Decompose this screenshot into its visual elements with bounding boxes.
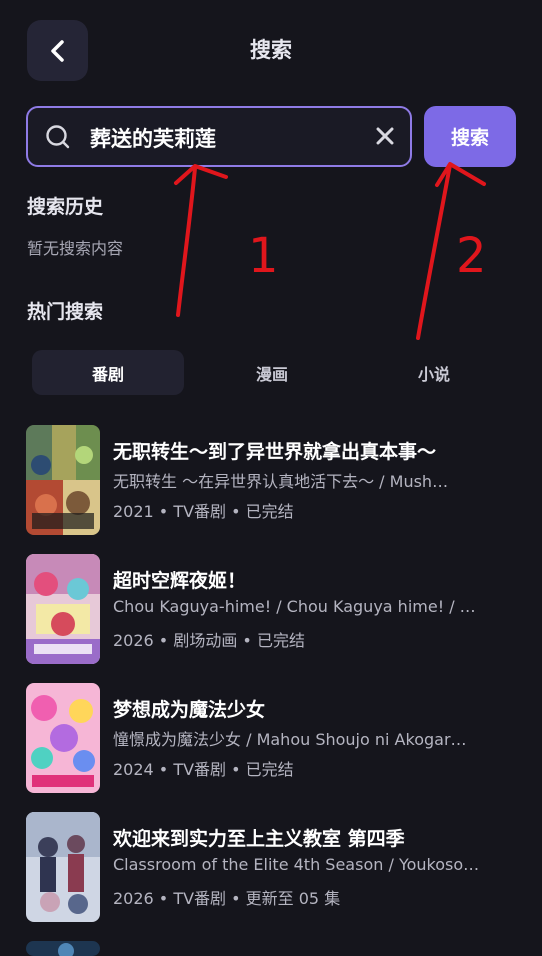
item-alt-title: Classroom of the Elite 4th Season / Youk… [113,855,480,874]
search-input[interactable]: 葬送的芙莉莲 [26,106,412,167]
search-icon [44,123,72,155]
annotation-label-2: 2 [456,228,487,284]
annotation-label-1: 1 [248,228,279,284]
tab-anime[interactable]: 番剧 [32,350,184,395]
page-title: 搜索 [250,38,292,62]
history-empty-text: 暂无搜索内容 [27,239,124,258]
annotation-arrow-2 [416,163,452,340]
tab-novel[interactable]: 小说 [358,350,510,395]
list-item[interactable]: 欢迎来到实力至上主义教室 第四季 Classroom of the Elite … [26,812,516,924]
search-input-value[interactable]: 葬送的芙莉莲 [90,123,216,153]
item-title: 欢迎来到实力至上主义教室 第四季 [113,828,405,850]
tab-manga[interactable]: 漫画 [196,350,348,395]
hot-search-tabs: 番剧 漫画 小说 [32,350,516,395]
cover-image [26,425,100,535]
item-alt-title: 憧憬成为魔法少女 / Mahou Shoujo ni Akogar… [113,730,467,749]
close-icon[interactable] [374,125,396,151]
item-meta: 2026 • TV番剧 • 更新至 05 集 [113,889,341,908]
list-item[interactable] [26,941,516,956]
cover-image [26,554,100,664]
cover-image [26,683,100,793]
history-title: 搜索历史 [27,196,104,218]
cover-image [26,941,100,956]
cover-image [26,812,100,922]
item-alt-title: Chou Kaguya-hime! / Chou Kaguya hime! / … [113,597,476,616]
item-title: 梦想成为魔法少女 [113,699,266,721]
list-item[interactable]: 超时空辉夜姬！ Chou Kaguya-hime! / Chou Kaguya … [26,554,516,666]
item-title: 无职转生～到了异世界就拿出真本事～ [113,441,437,463]
search-button[interactable]: 搜索 [424,106,516,167]
list-item[interactable]: 梦想成为魔法少女 憧憬成为魔法少女 / Mahou Shoujo ni Akog… [26,683,516,795]
list-item[interactable]: 无职转生～到了异世界就拿出真本事～ 无职转生 ～在异世界认真地活下去～ / Mu… [26,425,516,537]
item-meta: 2021 • TV番剧 • 已完结 [113,502,294,521]
item-meta: 2024 • TV番剧 • 已完结 [113,760,294,779]
hot-search-title: 热门搜索 [27,301,104,323]
annotation-arrow-1 [176,166,197,317]
item-title: 超时空辉夜姬！ [113,570,247,592]
item-alt-title: 无职转生 ～在异世界认真地活下去～ / Mush… [113,472,449,491]
item-meta: 2026 • 剧场动画 • 已完结 [113,631,305,650]
